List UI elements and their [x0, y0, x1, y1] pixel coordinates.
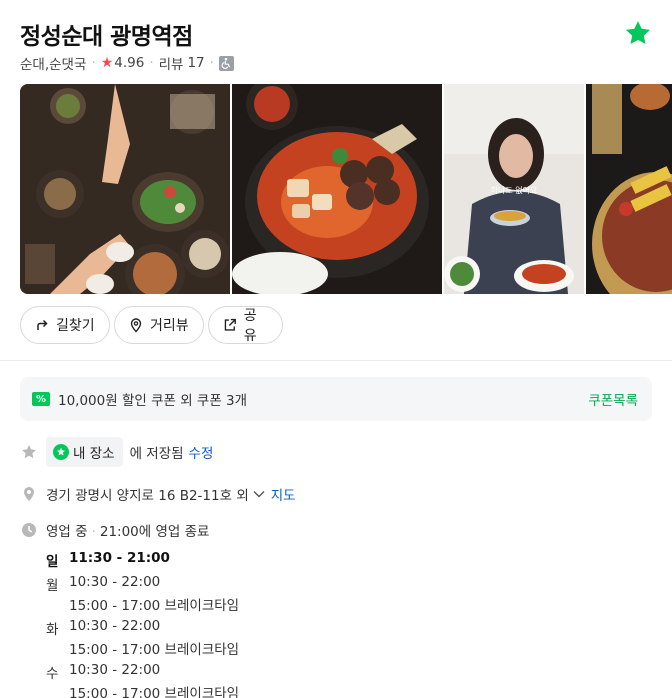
day-label-wed: 수	[46, 666, 59, 682]
closing-time: 21:00에 영업 종료	[99, 524, 210, 540]
saved-text: 에 저장됨	[129, 446, 184, 462]
day-label-tue: 화	[46, 622, 59, 638]
my-place-chip[interactable]: 내 장소	[46, 437, 123, 467]
directions-button[interactable]: 길찾기	[20, 306, 110, 344]
place-meta: 순대,순댓국 · ★ 4.96 · 리뷰 17 ·	[20, 53, 234, 73]
review-label[interactable]: 리뷰	[159, 53, 184, 73]
directions-label: 길찾기	[56, 318, 95, 334]
day-time-sun: 11:30 - 21:00	[69, 550, 170, 566]
location-pin-icon	[130, 318, 142, 333]
coupon-icon: %	[32, 392, 50, 406]
map-link[interactable]: 지도	[271, 484, 296, 504]
save-star-icon[interactable]	[624, 19, 652, 47]
photo-customer-eating[interactable]: 하나도 없어요	[444, 84, 584, 294]
separator-dot: ·	[91, 524, 96, 540]
chevron-down-icon[interactable]	[253, 490, 265, 498]
edit-link[interactable]: 수정	[189, 442, 214, 462]
address-row: 경기 광명시 양지로 16 B2-11호 외 지도	[46, 484, 296, 504]
day-time-mon: 10:30 - 22:00	[69, 574, 161, 590]
wheelchair-icon	[218, 55, 234, 71]
open-status: 영업 중	[46, 524, 88, 540]
my-place-label: 내 장소	[73, 446, 115, 462]
rating-value: 4.96	[114, 55, 145, 71]
rating-star-icon: ★	[100, 55, 114, 71]
street-view-button[interactable]: 거리뷰	[114, 306, 204, 344]
clock-icon	[22, 523, 36, 537]
business-status[interactable]: 영업 중 · 21:00에 영업 종료	[46, 520, 209, 540]
day-time-wed: 10:30 - 22:00	[69, 662, 161, 678]
day-break-wed: 15:00 - 17:00 브레이크타임	[69, 686, 240, 698]
photo-naengmyeon[interactable]	[586, 84, 672, 294]
coupon-banner[interactable]: % 10,000원 할인 쿠폰 외 쿠폰 3개 쿠폰목록	[20, 377, 652, 421]
address-text: 경기 광명시 양지로 16 B2-11호 외	[46, 488, 249, 504]
coupon-text: 10,000원 할인 쿠폰 외 쿠폰 3개	[58, 393, 248, 409]
day-label-mon: 월	[46, 578, 59, 594]
separator-dot: ·	[91, 55, 96, 71]
saved-row: 내 장소 에 저장됨 수정	[46, 437, 213, 467]
section-divider	[0, 360, 672, 361]
day-break-tue: 15:00 - 17:00 브레이크타임	[69, 642, 240, 658]
street-view-label: 거리뷰	[150, 318, 189, 334]
coupon-list-link[interactable]: 쿠폰목록	[588, 389, 638, 409]
photo-table-spread[interactable]	[20, 84, 230, 294]
photo-sundae-stew[interactable]	[232, 84, 442, 294]
separator-dot: ·	[149, 55, 154, 71]
category-text: 순대,순댓국	[20, 57, 87, 73]
photo-overlay-caption: 하나도 없어요	[491, 185, 538, 195]
place-title: 정성순대 광명역점	[20, 24, 193, 50]
map-pin-icon	[24, 487, 34, 501]
day-time-tue: 10:30 - 22:00	[69, 618, 161, 634]
star-outline-icon	[22, 445, 36, 459]
day-break-mon: 15:00 - 17:00 브레이크타임	[69, 598, 240, 614]
share-label: 공유	[243, 308, 257, 344]
share-icon	[224, 318, 236, 331]
my-place-star-icon	[53, 444, 69, 460]
directions-icon	[37, 319, 48, 330]
share-button[interactable]: 공유	[208, 306, 283, 344]
review-count[interactable]: 17	[187, 55, 204, 71]
separator-dot: ·	[209, 55, 214, 71]
day-label-sun: 일	[46, 554, 59, 570]
